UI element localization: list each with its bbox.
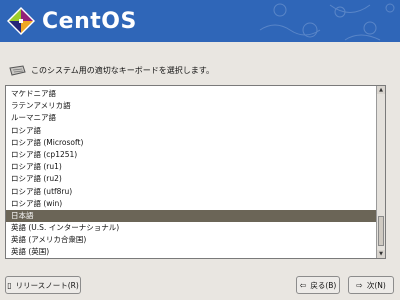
scroll-up-button[interactable]: ▲ — [377, 86, 385, 94]
keyboard-list-item[interactable]: マケドニア語 — [6, 88, 378, 100]
keyboard-list-item[interactable]: ロシア語 (Microsoft) — [6, 137, 378, 149]
next-button[interactable]: ⇨ 次(N) — [348, 276, 394, 294]
release-notes-label: リリースノート(R) — [15, 280, 79, 290]
keyboard-list-item[interactable]: ラテンアメリカ語 — [6, 100, 378, 112]
keyboard-list-item[interactable]: 英語 (英国) — [6, 246, 378, 258]
centos-logo-icon — [7, 7, 35, 35]
logo-text: CentOS — [42, 8, 137, 34]
back-button[interactable]: ⇦ 戻る(B) — [296, 276, 340, 294]
keyboard-list-item[interactable]: 英語 (U.S. インターナショナル) — [6, 222, 378, 234]
scrollbar[interactable]: ▲ ▼ — [376, 86, 385, 258]
keyboard-icon — [9, 65, 26, 76]
keyboard-list-items: マケドニア語 ラテンアメリカ語 ルーマニア語 ロシア語 ロシア語 (Microsoft)… — [6, 88, 378, 258]
scroll-thumb[interactable] — [378, 216, 384, 246]
keyboard-list-item[interactable]: ロシア語 (ru2) — [6, 173, 378, 185]
centos-logo: CentOS — [6, 6, 137, 36]
keyboard-list-item[interactable]: ロシア語 (win) — [6, 198, 378, 210]
keyboard-list-item[interactable]: ロシア語 (utf8ru) — [6, 186, 378, 198]
keyboard-list-item[interactable]: ロシア語 — [6, 125, 378, 137]
keyboard-list-item[interactable]: 英語 (アメリカ合衆国) — [6, 234, 378, 246]
keyboard-list-item[interactable]: ロシア語 (ru1) — [6, 161, 378, 173]
keyboard-list-item[interactable]: ロシア語 (cp1251) — [6, 149, 378, 161]
instruction-row: このシステム用の適切なキーボードを選択します。 — [8, 60, 214, 80]
back-label: 戻る(B) — [310, 280, 337, 290]
keyboard-list-item[interactable]: ルーマニア語 — [6, 112, 378, 124]
keyboard-list-item[interactable]: 日本語 — [6, 209, 378, 223]
scroll-down-button[interactable]: ▼ — [377, 250, 385, 258]
next-label: 次(N) — [366, 280, 386, 290]
decorative-pattern — [259, 3, 395, 41]
back-arrow-icon: ⇦ — [299, 280, 307, 290]
next-arrow-icon: ⇨ — [356, 280, 363, 290]
keyboard-list[interactable]: マケドニア語 ラテンアメリカ語 ルーマニア語 ロシア語 ロシア語 (Microsoft)… — [5, 85, 386, 259]
release-notes-button[interactable]: ▯ リリースノート(R) — [5, 276, 81, 294]
document-icon: ▯ — [7, 280, 12, 290]
installer-header: CentOS — [0, 0, 400, 42]
instruction-text: このシステム用の適切なキーボードを選択します。 — [31, 65, 214, 75]
